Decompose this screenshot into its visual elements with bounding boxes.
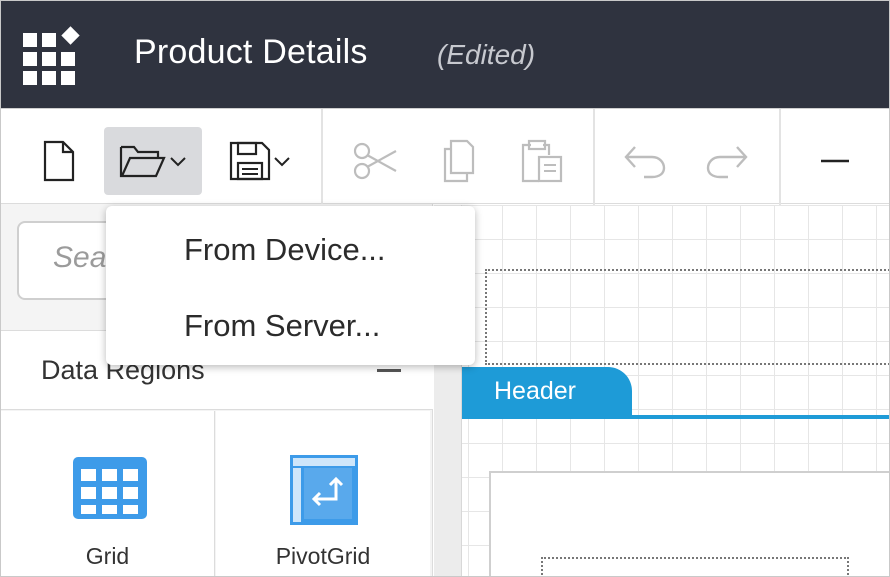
page-title: Product Details	[134, 33, 368, 71]
folder-open-icon	[119, 145, 166, 178]
chevron-down-icon	[170, 157, 186, 167]
paste-button[interactable]	[513, 127, 569, 195]
search-placeholder: Sea	[53, 241, 107, 274]
open-button[interactable]	[104, 127, 202, 195]
minus-icon	[821, 159, 849, 163]
report-designer-window: Product Details (Edited) Sea Data Region…	[0, 0, 890, 577]
grid-item-label: Grid	[85, 543, 130, 569]
app-grid-diamond-icon[interactable]	[21, 25, 91, 89]
edited-status: (Edited)	[437, 39, 536, 70]
grid-item[interactable]: Grid	[1, 411, 215, 576]
redo-icon	[706, 146, 748, 179]
collapse-icon[interactable]	[377, 369, 401, 372]
toolbar-separator	[779, 109, 781, 205]
toolbar-separator	[321, 109, 323, 205]
redo-button[interactable]	[699, 127, 755, 195]
new-file-button[interactable]	[31, 127, 87, 195]
zoom-out-button[interactable]	[807, 127, 863, 195]
text-item-placeholder[interactable]	[541, 557, 849, 576]
toolbar	[1, 108, 889, 205]
save-icon	[229, 141, 271, 181]
cut-button[interactable]	[347, 127, 403, 195]
grid-table-icon	[73, 457, 147, 519]
copy-icon	[443, 139, 475, 183]
header-section-line	[462, 415, 889, 419]
menu-item-from-device[interactable]: From Device...	[106, 212, 475, 288]
copy-button[interactable]	[431, 127, 487, 195]
toolbar-separator	[593, 109, 595, 205]
save-button[interactable]	[217, 127, 303, 195]
undo-button[interactable]	[617, 127, 673, 195]
chevron-down-icon	[274, 157, 290, 167]
file-icon	[43, 140, 75, 182]
scissors-icon	[353, 142, 397, 180]
open-dropdown-menu: From Device... From Server...	[106, 206, 475, 365]
header-tab-label: Header	[494, 377, 576, 405]
menu-item-from-server[interactable]: From Server...	[106, 288, 475, 364]
paste-icon	[521, 139, 563, 183]
title-bar: Product Details (Edited)	[1, 1, 889, 108]
pivot-grid-icon	[290, 455, 358, 525]
report-item-placeholder[interactable]	[485, 269, 889, 365]
pivotgrid-item[interactable]: PivotGrid	[216, 411, 430, 576]
header-section-tab[interactable]: Header	[462, 367, 632, 417]
undo-icon	[624, 146, 666, 179]
pivotgrid-item-label: PivotGrid	[275, 543, 371, 569]
